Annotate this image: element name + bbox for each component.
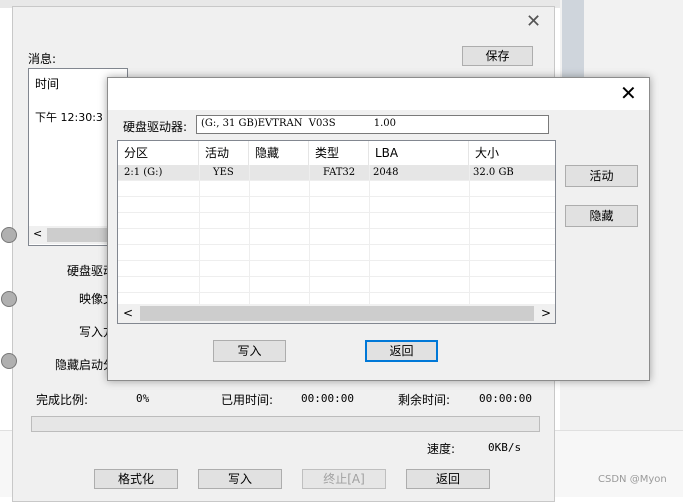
scroll-left-icon[interactable]: < [33,227,42,240]
elapsed-label: 已用时间: [221,393,274,407]
table-horizontal-scrollbar[interactable]: < > [118,304,555,323]
cell-lba: 2048 [373,167,399,178]
disk-icon [1,353,17,369]
format-button[interactable]: 格式化 [94,469,178,489]
main-close-icon[interactable]: ✕ [526,13,541,31]
cell-size: 32.0 GB [473,167,514,178]
col-header-size[interactable]: 大小 [469,141,555,165]
disk-icon [1,291,17,307]
cell-partition: 2:1 (G:) [124,167,163,178]
grid-line [249,165,250,305]
scroll-left-icon[interactable]: < [123,306,133,320]
remaining-value: 00:00:00 [479,392,532,405]
dialog-titlebar: ✕ [108,78,649,110]
cell-type: FAT32 [323,167,356,178]
table-row-empty [118,213,555,229]
log-entry-time: 下午 12:30:3 [35,111,103,124]
col-header-hidden[interactable]: 隐藏 [249,141,309,165]
speed-label: 速度: [427,442,456,456]
log-col-time: 时间 [35,77,60,91]
disk-icon [1,227,17,243]
dialog-back-button[interactable]: 返回 [365,340,438,362]
save-button[interactable]: 保存 [462,46,533,66]
cell-active: YES [213,167,234,178]
table-row-empty [118,261,555,277]
col-header-lba[interactable]: LBA [369,141,469,165]
grid-line [309,165,310,305]
activate-button[interactable]: 活动 [565,165,638,187]
messages-label: 消息: [28,52,57,66]
grid-line [369,165,370,305]
dialog-close-icon[interactable]: ✕ [620,83,637,103]
dialog-write-button[interactable]: 写入 [213,340,286,362]
table-row-empty [118,229,555,245]
partition-dialog: ✕ 硬盘驱动器: (G:, 31 GB)EVTRAN V03S 1.00 分区 … [107,77,650,381]
write-button[interactable]: 写入 [198,469,282,489]
drive-field[interactable]: (G:, 31 GB)EVTRAN V03S 1.00 [196,115,549,134]
scroll-right-icon[interactable]: > [541,306,551,320]
table-row[interactable]: 2:1 (G:) YES FAT32 2048 32.0 GB [118,165,555,181]
table-scroll-thumb[interactable] [140,306,534,321]
drive-value: (G:, 31 GB)EVTRAN V03S 1.00 [201,118,397,129]
table-row-empty [118,197,555,213]
hide-boot-partition-label: 隐藏启动分 [55,358,116,372]
back-button[interactable]: 返回 [406,469,490,489]
table-row-empty [118,277,555,293]
drive-label: 硬盘驱动器: [123,120,188,134]
hide-button[interactable]: 隐藏 [565,205,638,227]
col-header-type[interactable]: 类型 [309,141,369,165]
elapsed-value: 00:00:00 [301,392,354,405]
table-row-empty [118,181,555,197]
completion-label: 完成比例: [36,393,89,407]
speed-value: 0KB/s [488,441,522,454]
col-header-partition[interactable]: 分区 [118,141,199,165]
grid-line [469,165,470,305]
write-progress-bar [31,416,540,432]
grid-line [199,165,200,305]
watermark: CSDN @Myon⁠ [598,474,667,485]
completion-value: 0% [136,392,150,405]
remaining-label: 剩余时间: [398,393,451,407]
col-header-active[interactable]: 活动 [199,141,249,165]
stop-button[interactable]: 终止[A] [302,469,386,489]
table-row-empty [118,245,555,261]
partition-table[interactable]: 分区 活动 隐藏 类型 LBA 大小 2:1 (G:) YES FAT32 20… [117,140,556,324]
